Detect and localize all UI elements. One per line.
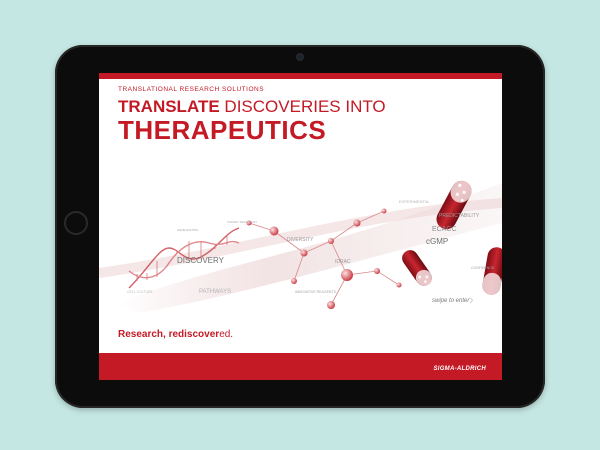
swipe-to-enter-hint[interactable]: swipe to enter (432, 298, 469, 304)
headline-rest: DISCOVERIES INTO (224, 97, 386, 116)
bottom-accent-bar: SIGMA-ALDRICH (99, 353, 502, 380)
tagline-bold2: discover (178, 329, 220, 340)
art-label-gene-editing: GENE EDITING (177, 228, 199, 232)
tagline-bold: Research, re (118, 329, 179, 340)
app-screen: TRANSLATIONAL RESEARCH SOLUTIONS TRANSLA… (99, 73, 502, 380)
art-label-confidence: CONFIDENCE (471, 266, 495, 270)
molecular-artwork: DISCOVERY PATHWAYS DIVERSITY ECACC cGMP … (99, 180, 502, 313)
headline-bold-word: TRANSLATE (118, 97, 220, 116)
chevron-right-icon[interactable]: › (469, 291, 474, 307)
headline: TRANSLATE DISCOVERIES INTO THERAPEUTICS (118, 98, 386, 143)
art-label-target-selection: TARGET SELECTION (227, 220, 257, 224)
tagline-regular: ed. (219, 329, 234, 340)
camera-icon (297, 54, 303, 60)
art-label-cgmp: cGMP (426, 237, 448, 246)
headline-line1: TRANSLATE DISCOVERIES INTO (118, 98, 386, 115)
art-label-predictability: PREDICTABILITY (439, 213, 480, 219)
art-label-experimental: EXPERIMENTAL (399, 199, 430, 204)
tablet-device: TRANSLATIONAL RESEARCH SOLUTIONS TRANSLA… (55, 45, 545, 408)
art-label-innovative-reagents: INNOVATIVE REAGENTS (295, 290, 337, 294)
art-label-diversity: DIVERSITY (287, 237, 314, 243)
art-label-cell-culture: CELL CULTURE (127, 290, 154, 294)
art-label-pathways: PATHWAYS (199, 289, 231, 295)
tagline: Research, rediscovered. (118, 329, 233, 340)
art-label-idrac: IDRAC (335, 259, 351, 265)
sigma-aldrich-logo: SIGMA-ALDRICH (433, 366, 486, 372)
top-accent-bar (99, 73, 502, 79)
home-button[interactable] (64, 211, 88, 235)
subtitle: TRANSLATIONAL RESEARCH SOLUTIONS (118, 86, 265, 93)
art-label-discovery: DISCOVERY (177, 256, 225, 265)
art-label-ecacc: ECACC (432, 226, 457, 233)
headline-line2: THERAPEUTICS (118, 115, 327, 145)
